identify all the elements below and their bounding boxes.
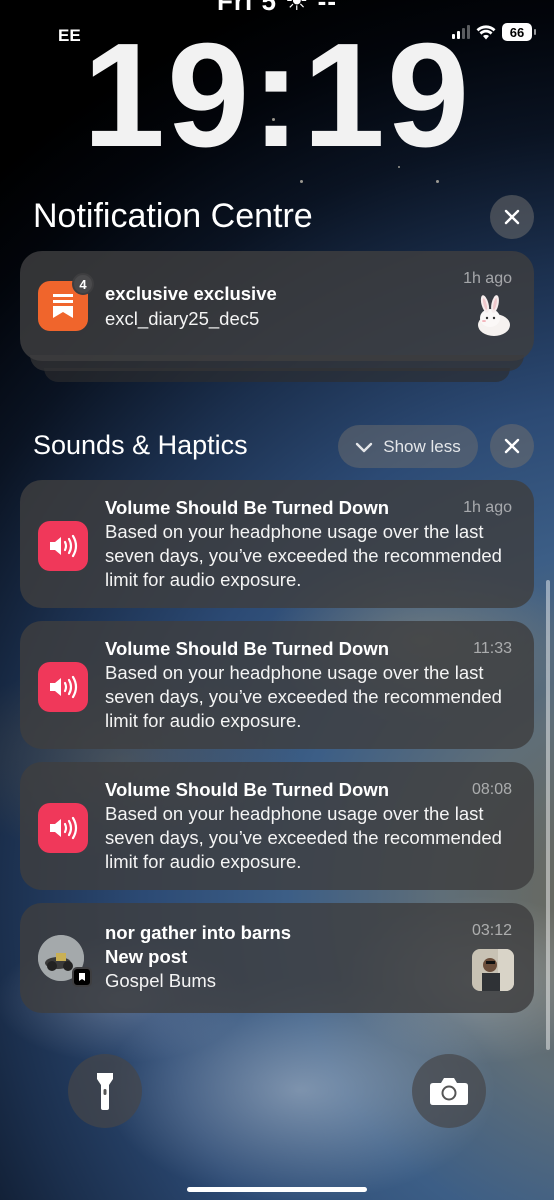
notification-time: 08:08	[471, 781, 512, 798]
camera-button[interactable]	[412, 1054, 486, 1128]
notification-body: Based on your headphone usage over the l…	[105, 662, 502, 731]
notification-title: Volume Should Be Turned Down	[105, 779, 390, 800]
notification-body: Based on your headphone usage over the l…	[105, 521, 502, 590]
clear-sounds-haptics-button[interactable]	[490, 424, 534, 468]
speaker-wave-icon	[50, 816, 78, 840]
notification-group-substack[interactable]: 4 exclusive exclusive excl_diary25_dec5 …	[20, 251, 534, 361]
notification-body: Based on your headphone usage over the l…	[105, 803, 502, 872]
notification-time: 1h ago	[463, 499, 512, 516]
post-thumbnail	[472, 949, 514, 991]
notification-title: Volume Should Be Turned Down	[105, 497, 390, 518]
close-icon	[504, 209, 520, 225]
star	[436, 180, 439, 183]
notification-centre-title: Notification Centre	[33, 197, 313, 235]
flashlight-button[interactable]	[68, 1054, 142, 1128]
home-indicator[interactable]	[187, 1187, 367, 1192]
speaker-wave-icon	[50, 534, 78, 558]
chevron-down-icon	[356, 442, 373, 452]
substack-mini-icon	[72, 967, 92, 987]
speaker-wave-icon	[50, 675, 78, 699]
notification-count-badge: 4	[72, 273, 94, 295]
notification-time: 03:12	[471, 922, 512, 939]
flashlight-icon	[97, 1073, 113, 1110]
notification-subtitle: New post	[105, 946, 188, 967]
lock-screen-clock: 19:19	[82, 13, 472, 178]
show-less-button[interactable]: Show less	[338, 425, 478, 468]
sounds-haptics-app-icon	[38, 803, 88, 853]
bunny-sticker-thumbnail	[472, 295, 514, 339]
notification-time: 1h ago	[463, 270, 512, 287]
show-less-label: Show less	[383, 436, 461, 456]
notification-card-substack-post[interactable]: nor gather into barns New post Gospel Bu…	[20, 903, 534, 1013]
clear-notification-centre-button[interactable]	[490, 195, 534, 239]
notification-title: Volume Should Be Turned Down	[105, 638, 390, 659]
notification-title: nor gather into barns	[105, 922, 292, 943]
notification-body: Gospel Bums	[105, 970, 217, 991]
sounds-haptics-app-icon	[38, 521, 88, 571]
star	[300, 180, 303, 183]
notification-card-volume-1[interactable]: Volume Should Be Turned Down Based on yo…	[20, 480, 534, 608]
notification-card-volume-3[interactable]: Volume Should Be Turned Down Based on yo…	[20, 762, 534, 890]
sounds-haptics-app-icon	[38, 662, 88, 712]
notification-body: excl_diary25_dec5	[105, 308, 260, 329]
scroll-indicator[interactable]	[546, 580, 550, 1050]
notification-card-volume-2[interactable]: Volume Should Be Turned Down Based on yo…	[20, 621, 534, 749]
camera-icon	[430, 1078, 468, 1105]
close-icon	[504, 438, 520, 454]
notification-title: exclusive exclusive	[105, 283, 277, 304]
notification-time: 11:33	[473, 640, 512, 657]
sounds-haptics-section-title: Sounds & Haptics	[33, 430, 248, 460]
